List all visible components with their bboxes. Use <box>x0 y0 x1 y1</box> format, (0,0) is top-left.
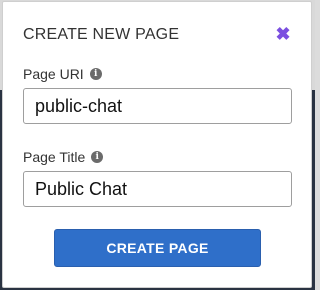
create-page-button[interactable]: CREATE PAGE <box>54 229 261 267</box>
create-page-modal: CREATE NEW PAGE ✖ Page URI i Page Title … <box>2 1 312 288</box>
page-uri-input[interactable] <box>23 88 292 124</box>
page-title-input[interactable] <box>23 171 292 207</box>
page-title-label: Page Title i <box>23 149 104 165</box>
info-icon[interactable]: i <box>89 68 102 80</box>
info-icon[interactable]: i <box>91 151 104 163</box>
modal-title: CREATE NEW PAGE <box>23 26 180 43</box>
page-uri-label-text: Page URI <box>23 66 84 82</box>
page-title-label-text: Page Title <box>23 149 86 165</box>
close-icon[interactable]: ✖ <box>275 25 291 43</box>
page-uri-label: Page URI i <box>23 66 102 82</box>
